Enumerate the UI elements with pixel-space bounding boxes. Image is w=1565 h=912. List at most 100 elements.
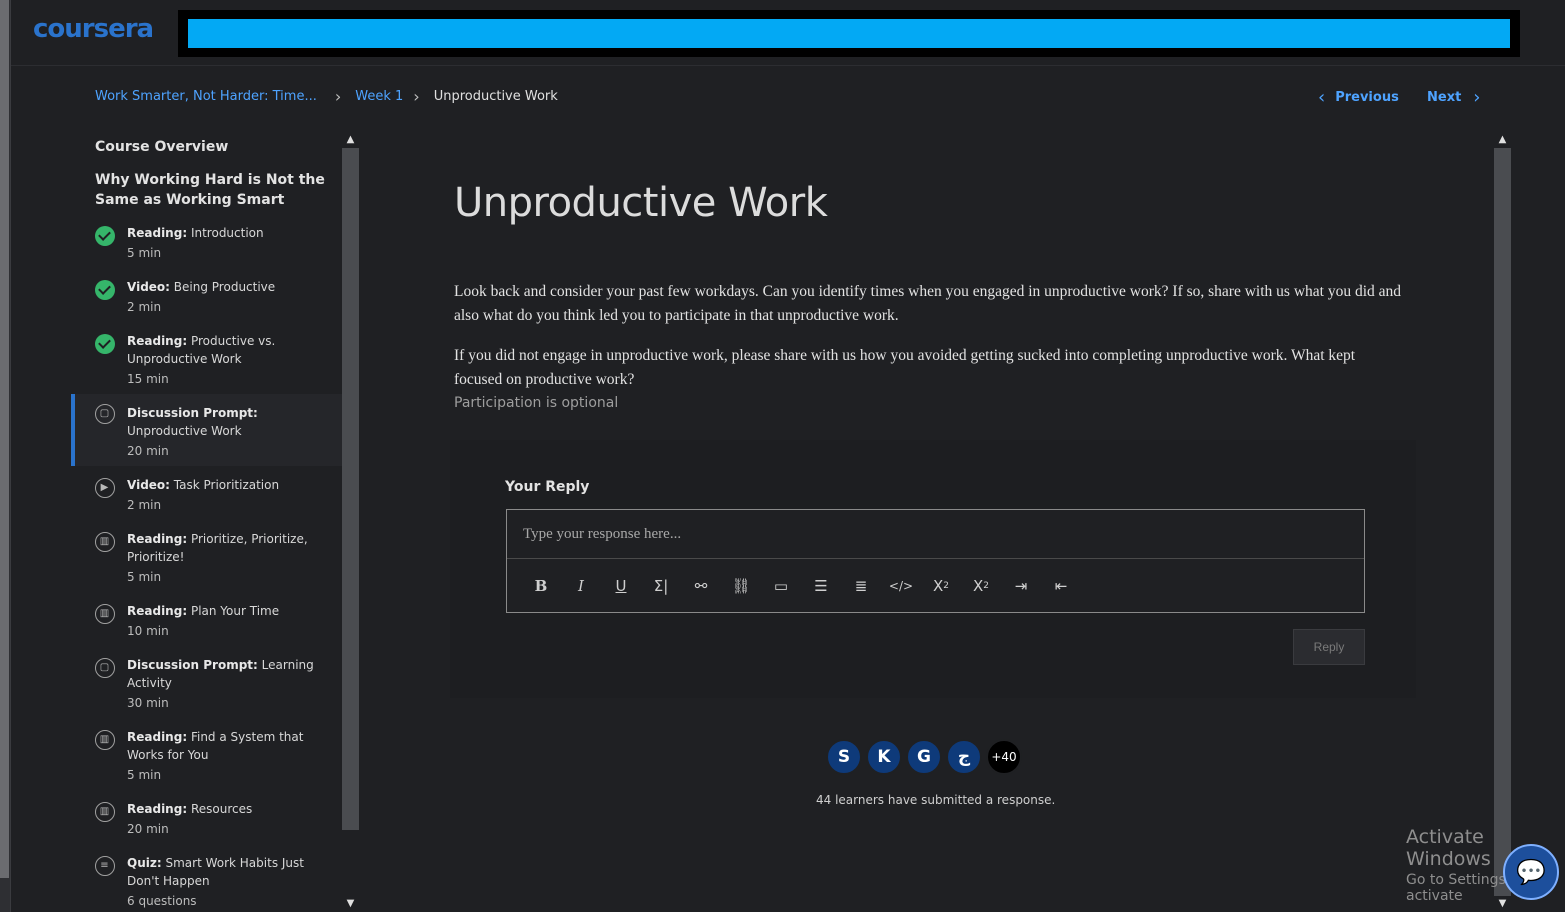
search-input[interactable] bbox=[188, 19, 1510, 48]
chevron-left-icon: ‹ bbox=[1318, 86, 1326, 108]
prompt-paragraph-2: If you did not engage in unproductive wo… bbox=[454, 347, 1356, 388]
item-duration: 10 min bbox=[127, 624, 169, 638]
course-overview-link[interactable]: Course Overview bbox=[95, 139, 228, 155]
participation-note: Participation is optional bbox=[454, 395, 619, 411]
outdent-icon[interactable]: ⇤ bbox=[1041, 572, 1081, 600]
sidebar-item-prioritize[interactable]: ▥ Reading: Prioritize, Prioritize, Prior… bbox=[71, 530, 343, 602]
item-duration: 20 min bbox=[127, 822, 169, 836]
item-type: Reading: bbox=[127, 802, 188, 816]
breadcrumb-course-link[interactable]: Work Smarter, Not Harder: Time... bbox=[95, 89, 317, 104]
item-type: Reading: bbox=[127, 226, 188, 240]
check-icon bbox=[95, 334, 115, 354]
reply-button[interactable]: Reply bbox=[1293, 629, 1365, 665]
main-scrollbar[interactable]: ▲ ▼ bbox=[1494, 132, 1511, 912]
page-title: Unproductive Work bbox=[454, 180, 828, 226]
item-type: Quiz: bbox=[127, 856, 162, 870]
item-title: Being Productive bbox=[173, 280, 276, 294]
course-sidebar: Course Overview Why Working Hard is Not … bbox=[71, 132, 343, 912]
submitter-avatars: S K G ج +40 bbox=[826, 739, 1026, 775]
scroll-up-icon[interactable]: ▲ bbox=[344, 134, 357, 146]
breadcrumb-week-link[interactable]: Week 1 bbox=[355, 89, 403, 104]
avatar: K bbox=[866, 739, 902, 775]
main-scroll-thumb[interactable] bbox=[1494, 148, 1511, 896]
avatar: S bbox=[826, 739, 862, 775]
subscript-icon[interactable]: X2 bbox=[921, 572, 961, 600]
avatar-more-count[interactable]: +40 bbox=[986, 739, 1022, 775]
chevron-right-icon: › bbox=[413, 86, 420, 106]
book-icon: ▥ bbox=[95, 730, 115, 750]
avatar: G bbox=[906, 739, 942, 775]
item-duration: 2 min bbox=[127, 300, 162, 314]
item-duration: 6 questions bbox=[127, 894, 197, 908]
book-icon: ▥ bbox=[95, 802, 115, 822]
sidebar-item-task-prioritization[interactable]: ▶ Video: Task Prioritization 2 min bbox=[71, 476, 343, 530]
italic-icon[interactable]: I bbox=[561, 572, 601, 600]
discussion-icon: ▢ bbox=[95, 404, 115, 424]
item-type: Discussion Prompt: bbox=[127, 658, 258, 672]
reply-label: Your Reply bbox=[505, 479, 590, 495]
play-icon: ▶ bbox=[95, 478, 115, 498]
image-icon[interactable]: ▭ bbox=[761, 572, 801, 600]
math-icon[interactable]: Σ| bbox=[641, 572, 681, 600]
sidebar-item-quiz[interactable]: ≡ Quiz: Smart Work Habits Just Don't Hap… bbox=[71, 854, 343, 912]
sidebar-scroll-thumb[interactable] bbox=[342, 148, 359, 830]
underline-icon[interactable]: U bbox=[601, 572, 641, 600]
search-container bbox=[178, 10, 1520, 57]
sidebar-item-find-a-system[interactable]: ▥ Reading: Find a System that Works for … bbox=[71, 728, 343, 800]
breadcrumb-current: Unproductive Work bbox=[433, 88, 558, 104]
coursera-logo[interactable]: coursera bbox=[33, 14, 154, 44]
sidebar-item-unproductive-work[interactable]: ▢ Discussion Prompt: Unproductive Work 20… bbox=[71, 394, 343, 466]
item-duration: 5 min bbox=[127, 768, 162, 782]
indent-icon[interactable]: ⇥ bbox=[1001, 572, 1041, 600]
next-label: Next bbox=[1427, 89, 1462, 105]
unlink-icon[interactable]: ⛓ bbox=[721, 572, 761, 600]
item-duration: 5 min bbox=[127, 246, 162, 260]
reply-input[interactable] bbox=[507, 510, 1364, 559]
top-header: coursera bbox=[11, 0, 1565, 66]
sidebar-item-resources[interactable]: ▥ Reading: Resources 20 min bbox=[71, 800, 343, 854]
sidebar-item-introduction[interactable]: Reading: Introduction 5 min bbox=[71, 224, 343, 278]
scroll-down-icon[interactable]: ▼ bbox=[344, 898, 357, 910]
previous-button[interactable]: ‹ Previous bbox=[1318, 86, 1399, 108]
chat-icon[interactable]: 💬 bbox=[1503, 844, 1559, 900]
window-scroll-thumb[interactable] bbox=[0, 0, 9, 878]
link-icon[interactable]: ⚯ bbox=[681, 572, 721, 600]
code-icon[interactable]: </> bbox=[881, 572, 921, 600]
sidebar-item-learning-activity[interactable]: ▢ Discussion Prompt: Learning Activity 30… bbox=[71, 656, 343, 728]
chevron-right-icon: › bbox=[334, 86, 342, 106]
sidebar-scrollbar[interactable]: ▲ ▼ bbox=[342, 132, 359, 912]
discussion-icon: ▢ bbox=[95, 658, 115, 678]
bold-icon[interactable]: B bbox=[521, 572, 561, 600]
breadcrumb: Work Smarter, Not Harder: Time... › Week… bbox=[95, 86, 558, 106]
item-type: Reading: bbox=[127, 604, 188, 618]
quiz-icon: ≡ bbox=[95, 856, 115, 876]
book-icon: ▥ bbox=[95, 604, 115, 624]
sidebar-item-productive-vs-unproductive[interactable]: Reading: Productive vs. Unproductive Wor… bbox=[71, 332, 343, 394]
item-type: Video: bbox=[127, 280, 170, 294]
item-duration: 2 min bbox=[127, 498, 162, 512]
item-type: Discussion Prompt: bbox=[127, 406, 258, 420]
bulleted-list-icon[interactable]: ☰ bbox=[801, 572, 841, 600]
item-duration: 30 min bbox=[127, 696, 169, 710]
item-type: Reading: bbox=[127, 532, 188, 546]
module-title: Why Working Hard is Not the Same as Work… bbox=[95, 172, 325, 208]
scroll-up-icon[interactable]: ▲ bbox=[1496, 134, 1509, 146]
item-title: Task Prioritization bbox=[173, 478, 280, 492]
item-type: Video: bbox=[127, 478, 170, 492]
avatar: ج bbox=[946, 739, 982, 775]
check-icon bbox=[95, 226, 115, 246]
chevron-right-icon: › bbox=[1473, 86, 1481, 108]
item-title: Unproductive Work bbox=[127, 424, 242, 438]
check-icon bbox=[95, 280, 115, 300]
next-button[interactable]: Next › bbox=[1427, 86, 1481, 108]
sidebar-item-plan-your-time[interactable]: ▥ Reading: Plan Your Time 10 min bbox=[71, 602, 343, 656]
reply-editor: B I U Σ| ⚯ ⛓ ▭ ☰ ≣ </> X2 X2 ⇥ ⇤ bbox=[506, 509, 1365, 613]
prompt-paragraph-1: Look back and consider your past few wor… bbox=[454, 283, 1402, 324]
sidebar-item-being-productive[interactable]: Video: Being Productive 2 min bbox=[71, 278, 343, 332]
window-edge-scrollbar[interactable] bbox=[0, 0, 11, 912]
submission-count: 44 learners have submitted a response. bbox=[816, 793, 1056, 807]
item-duration: 5 min bbox=[127, 570, 162, 584]
superscript-icon[interactable]: X2 bbox=[961, 572, 1001, 600]
item-duration: 20 min bbox=[127, 444, 169, 458]
numbered-list-icon[interactable]: ≣ bbox=[841, 572, 881, 600]
